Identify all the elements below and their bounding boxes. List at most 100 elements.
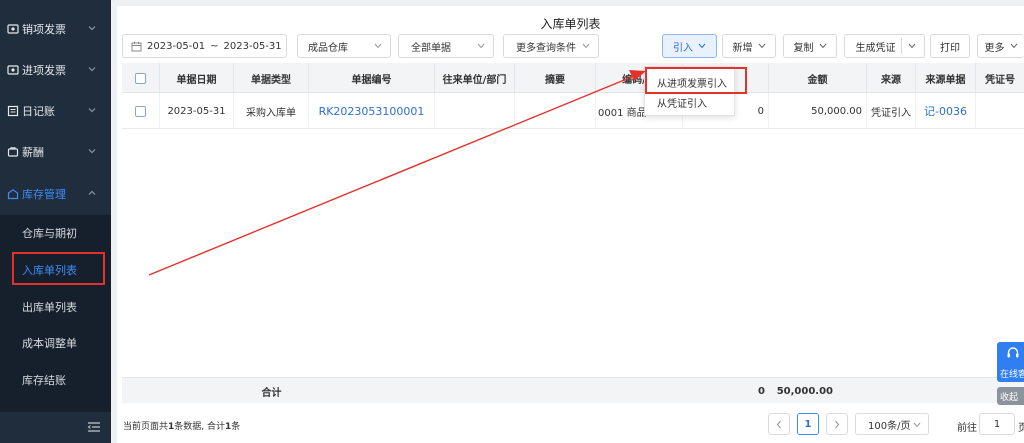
online-service-label: 在线客	[1000, 370, 1024, 380]
main-panel: 入库单列表 2023-05-01 ~ 2023-05-31 成品仓库 全部单据 …	[117, 6, 1024, 443]
salary-icon	[6, 145, 20, 159]
chevron-down-icon	[374, 43, 382, 49]
sidebar-item-cost-adjustment[interactable]: 成本调整单	[0, 325, 111, 361]
collapse-label: 收起	[1000, 392, 1019, 403]
date-range-picker[interactable]: 2023-05-01 ~ 2023-05-31	[122, 34, 287, 58]
online-service-button[interactable]: 在线客	[997, 342, 1024, 382]
add-label: 新增	[732, 42, 753, 54]
cell-voucher	[976, 93, 1024, 129]
calendar-icon	[131, 41, 142, 51]
pager-summary: 当前页面共1条数据, 合计1条	[123, 419, 240, 432]
table-row[interactable]: 2023-05-31 采购入库单 RK2023053100001 0001 商品…	[122, 93, 1024, 129]
column-header[interactable]: 来源单据	[916, 63, 976, 93]
warehouse-select[interactable]: 成品仓库	[297, 34, 391, 58]
annotation-highlight-box	[12, 252, 105, 285]
generate-voucher-button[interactable]: 生成凭证	[844, 34, 925, 58]
sidebar-item-label: 库存结账	[22, 374, 66, 387]
page-size-select[interactable]: 100条/页	[855, 413, 929, 435]
headset-icon	[1007, 347, 1019, 358]
menu-item-import-from-voucher[interactable]: 从凭证引入	[657, 95, 707, 110]
goto-page-input[interactable]: 1	[979, 413, 1015, 435]
row-checkbox[interactable]	[135, 105, 146, 117]
chevron-down-icon	[88, 108, 96, 113]
cell-partner	[435, 93, 515, 129]
column-header[interactable]: 往来单位/部门	[435, 63, 515, 93]
column-header[interactable]: 单据日期	[160, 63, 234, 93]
chevron-down-icon	[819, 43, 826, 49]
pager-text: 当前页面共	[123, 422, 169, 432]
date-end: 2023-05-31	[223, 40, 282, 52]
print-label: 打印	[940, 42, 960, 54]
prev-page-button[interactable]	[768, 413, 790, 435]
inventory-icon	[6, 187, 20, 201]
chevron-down-icon	[698, 43, 706, 49]
sidebar-item-purchase-invoice[interactable]: 进项发票	[0, 49, 111, 90]
row-select-cell	[122, 93, 160, 129]
add-button[interactable]: 新增	[722, 34, 776, 58]
column-header[interactable]: 单据类型	[234, 63, 309, 93]
cell-date: 2023-05-31	[160, 93, 234, 129]
sidebar-footer	[0, 412, 111, 443]
sidebar-item-warehouse[interactable]: 仓库与期初	[0, 215, 111, 251]
cell-type: 采购入库单	[234, 93, 309, 129]
date-separator: ~	[210, 40, 219, 52]
chevron-down-icon[interactable]	[908, 43, 916, 49]
sidebar-item-label: 薪酬	[22, 145, 44, 159]
collapse-menu-icon[interactable]	[87, 421, 101, 433]
sidebar-item-outbound-list[interactable]: 出库单列表	[0, 289, 111, 325]
copy-label: 复制	[793, 42, 814, 54]
page-suffix-label: 页	[1018, 423, 1024, 434]
cell-summary	[515, 93, 596, 129]
cell-source: 凭证引入	[867, 93, 916, 129]
sidebar-item-salary[interactable]: 薪酬	[0, 131, 111, 172]
collapse-float-button[interactable]: 收起	[997, 387, 1024, 405]
column-header[interactable]: 来源	[867, 63, 916, 93]
column-header[interactable]: 金额	[769, 63, 867, 93]
sidebar-item-label: 销项发票	[22, 22, 66, 36]
inventory-submenu: 仓库与期初 入库单列表 出库单列表 成本调整单 库存结账	[0, 215, 111, 412]
print-button[interactable]: 打印	[930, 34, 970, 58]
generate-voucher-label: 生成凭证	[855, 42, 896, 54]
invoice-in-icon	[6, 63, 20, 77]
cell-source-doc-link[interactable]: 记-0036	[916, 93, 976, 129]
page-size-value: 100条/页	[868, 420, 911, 432]
page-number-button[interactable]: 1	[797, 413, 819, 435]
chevron-down-icon	[88, 26, 96, 31]
column-header[interactable]: 凭证号	[976, 63, 1024, 93]
document-filter-value: 全部单据	[411, 42, 451, 54]
cell-amount: 50,000.00	[769, 93, 867, 129]
sidebar-item-sales-invoice[interactable]: 销项发票	[0, 8, 111, 49]
more-filters-label: 更多查询条件	[516, 42, 576, 54]
more-actions-button[interactable]: 更多	[977, 34, 1024, 58]
sidebar-item-label: 日记账	[22, 104, 55, 118]
sidebar-item-label: 进项发票	[22, 63, 66, 77]
goto-label: 前往	[957, 423, 977, 434]
sidebar-item-inventory[interactable]: 库存管理	[0, 173, 111, 214]
warehouse-select-value: 成品仓库	[308, 42, 348, 54]
more-label: 更多	[984, 42, 1005, 54]
sidebar-item-journal[interactable]: 日记账	[0, 90, 111, 131]
chevron-up-icon	[88, 190, 96, 195]
import-label: 引入	[673, 42, 693, 54]
select-all-checkbox[interactable]	[135, 72, 146, 84]
next-page-button[interactable]	[826, 413, 848, 435]
chevron-down-icon	[758, 43, 765, 49]
copy-button[interactable]: 复制	[783, 34, 837, 58]
date-start: 2023-05-01	[147, 40, 206, 52]
total-quantity: 0	[758, 385, 765, 397]
chevron-down-icon	[477, 43, 485, 49]
more-filters-button[interactable]: 更多查询条件	[503, 34, 599, 58]
column-header[interactable]: 摘要	[515, 63, 596, 93]
select-all-cell	[122, 63, 160, 93]
invoice-out-icon	[6, 22, 20, 36]
table-total-row: 合计 0 50,000.00	[122, 377, 1024, 403]
chevron-down-icon	[88, 149, 96, 154]
total-amount: 50,000.00	[776, 385, 833, 397]
column-header[interactable]: 单据编号	[309, 63, 435, 93]
button-divider	[901, 38, 902, 54]
annotation-highlight-box	[645, 67, 747, 94]
import-button[interactable]: 引入	[662, 34, 717, 58]
document-filter-select[interactable]: 全部单据	[398, 34, 494, 58]
cell-number-link[interactable]: RK2023053100001	[309, 93, 435, 129]
sidebar-item-inventory-close[interactable]: 库存结账	[0, 362, 111, 398]
